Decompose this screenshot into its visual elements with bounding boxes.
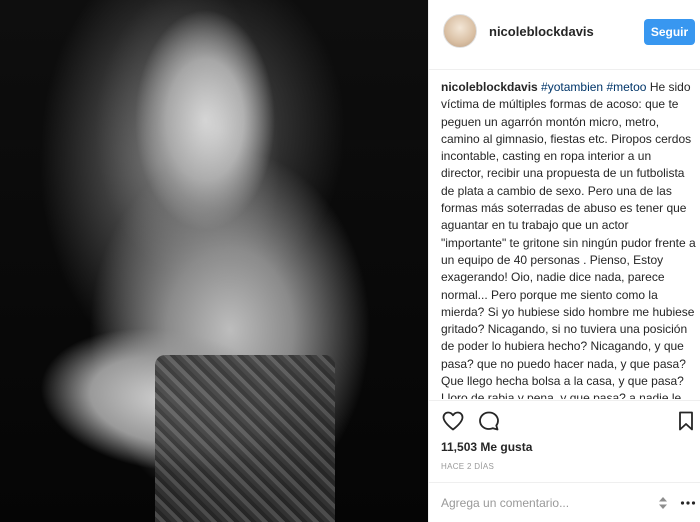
post-header: nicoleblockdavis Seguir [429, 0, 700, 70]
bookmark-icon[interactable] [674, 409, 698, 433]
caption-text: He sido víctima de múltiples formas de a… [441, 80, 696, 399]
comment-input[interactable] [441, 493, 641, 513]
likes-count[interactable]: 11,503 Me gusta [441, 440, 532, 454]
photo-dress-shape [155, 355, 335, 522]
avatar[interactable] [443, 14, 477, 48]
heart-outline-icon[interactable] [441, 409, 465, 433]
caption-username-link[interactable]: nicoleblockdavis [441, 80, 538, 94]
hashtag-link-metoo[interactable]: #metoo [606, 80, 646, 94]
comment-box [429, 482, 700, 522]
username-link[interactable]: nicoleblockdavis [489, 24, 594, 39]
photo-hair-shape [95, 0, 345, 320]
ellipsis-icon[interactable] [679, 493, 697, 513]
speech-bubble-icon[interactable] [477, 409, 501, 433]
hashtag-link-yotambien[interactable]: #yotambien [541, 80, 603, 94]
post-timestamp[interactable]: HACE 2 DÍAS [441, 462, 494, 471]
post-caption: nicoleblockdavis #yotambien #metoo He si… [441, 79, 697, 399]
post-side-panel: nicoleblockdavis Seguir nicoleblockdavis… [428, 0, 700, 522]
follow-button[interactable]: Seguir [644, 19, 695, 45]
post-photo [0, 0, 428, 522]
up-down-arrows-icon[interactable] [656, 495, 670, 511]
